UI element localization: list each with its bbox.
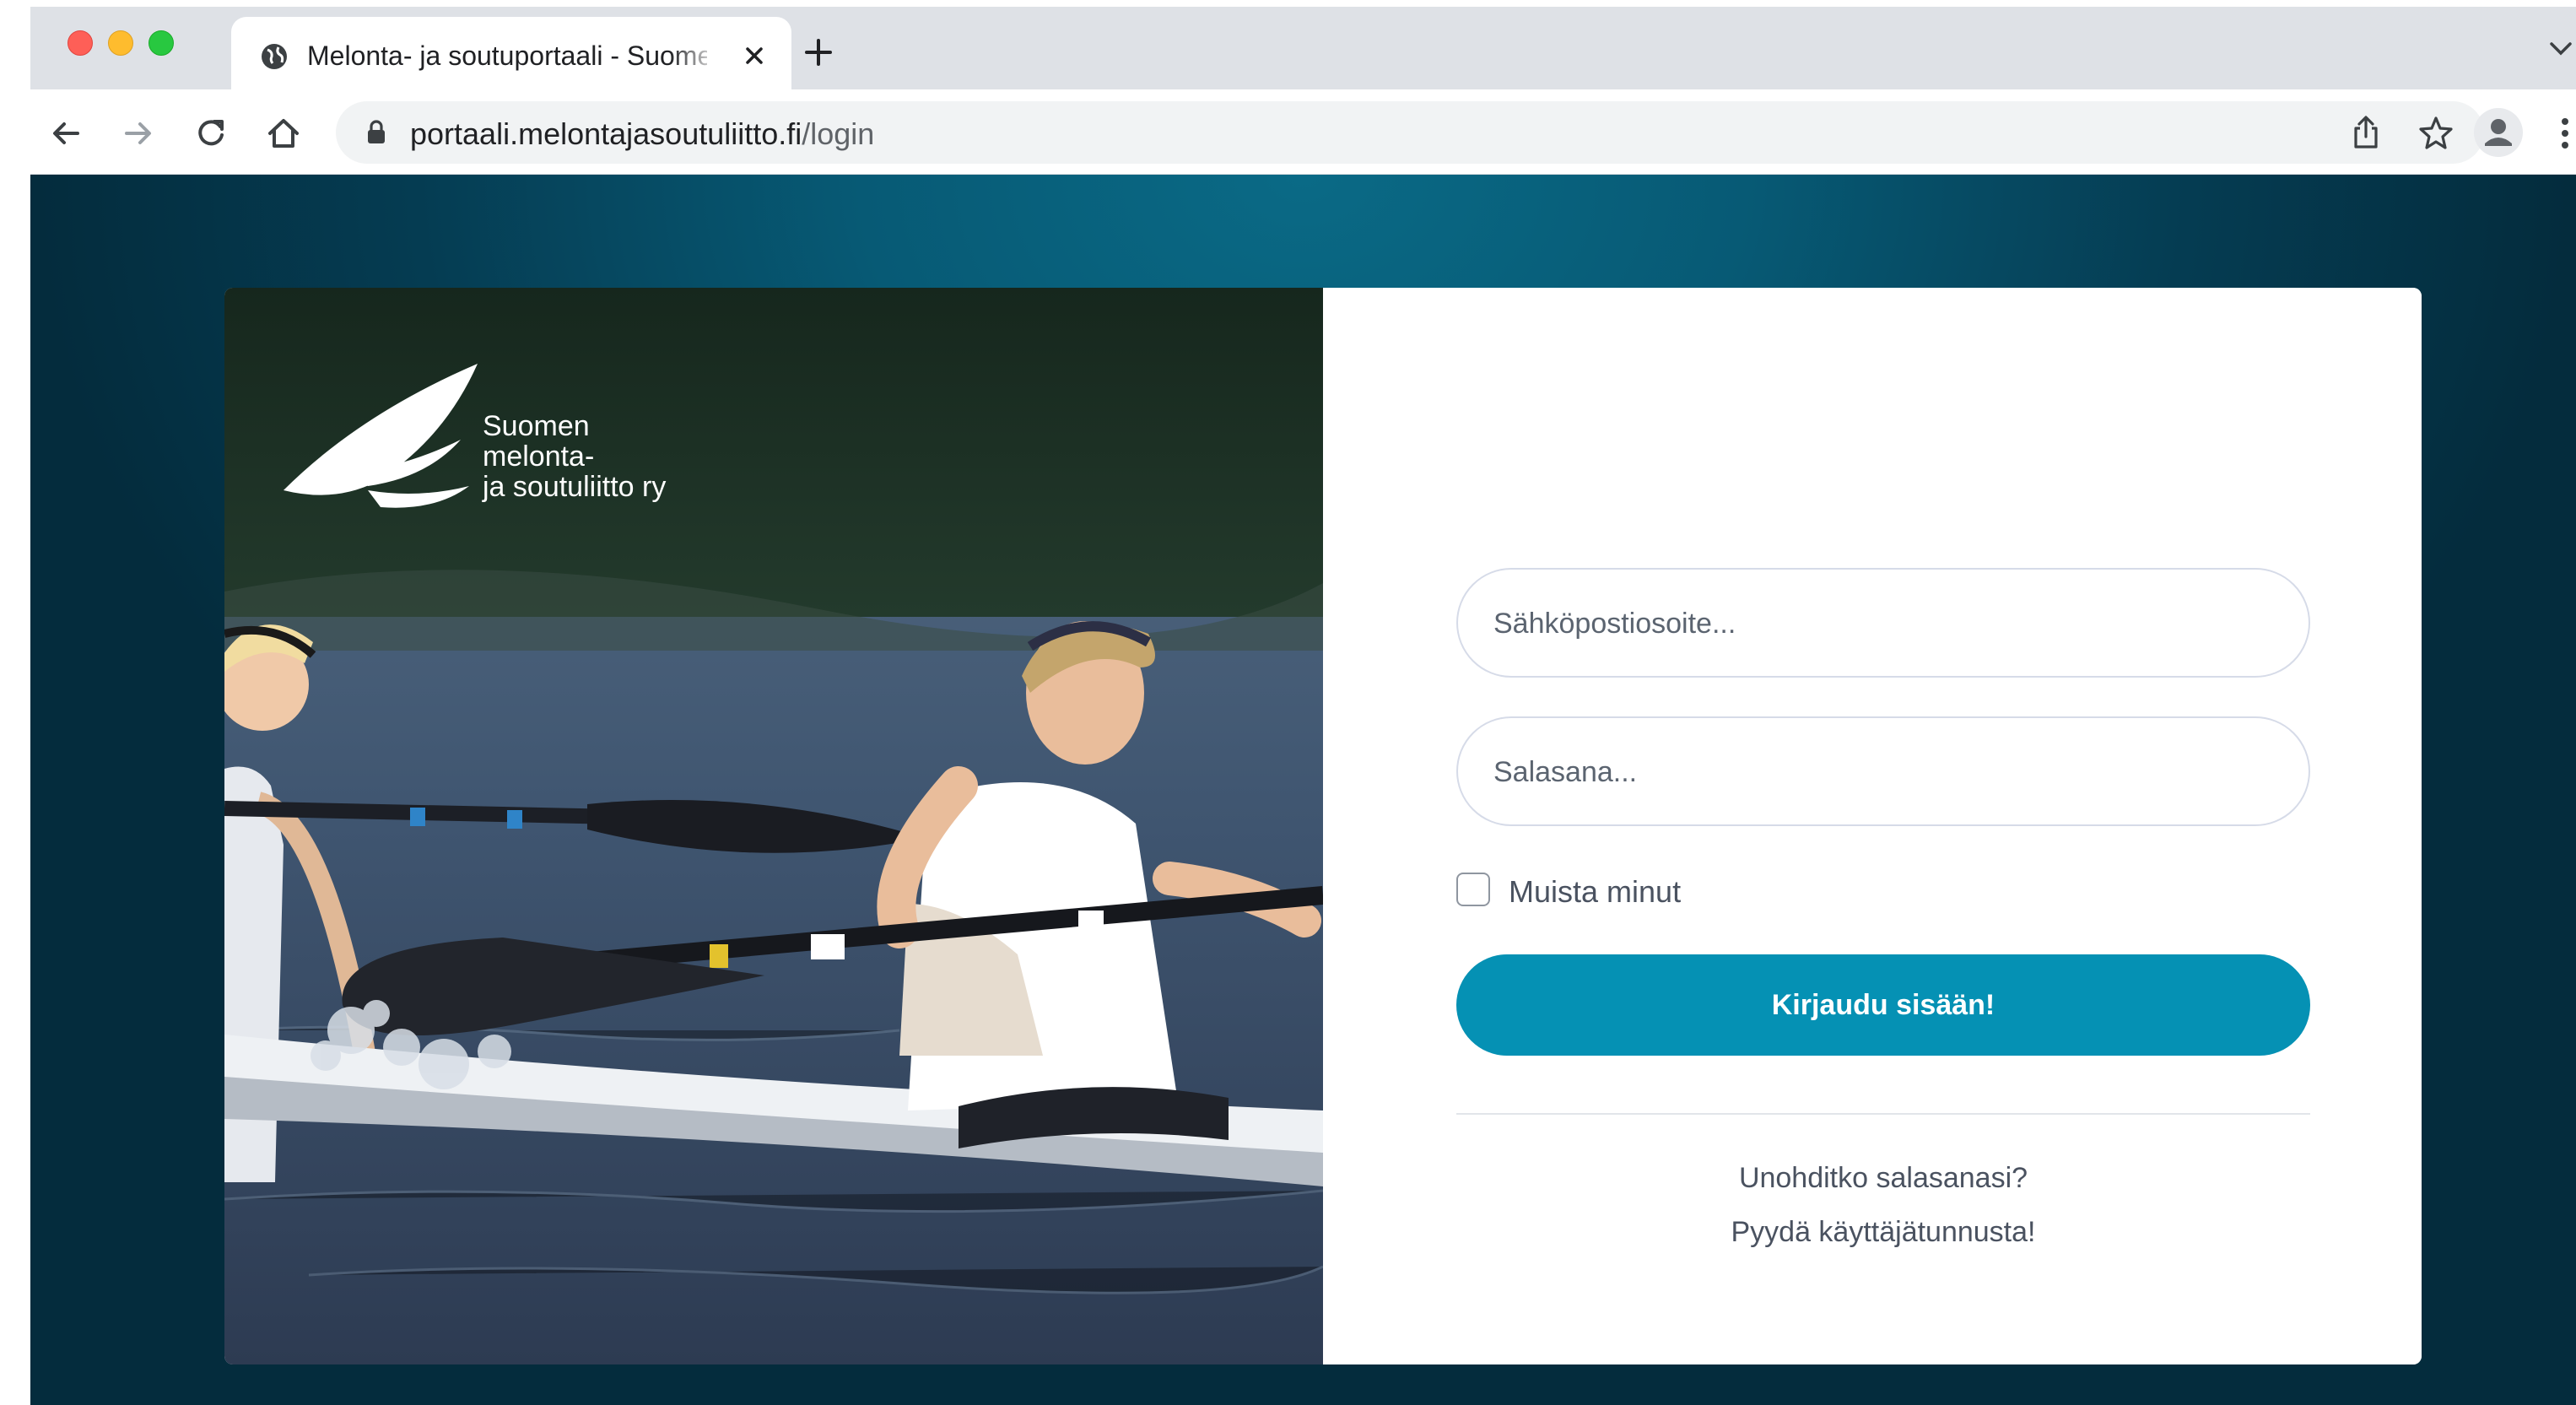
url-text[interactable]: portaali.melontajasoutuliitto.fi/login <box>410 116 874 152</box>
divider <box>1456 1113 2310 1115</box>
back-icon[interactable] <box>47 115 84 152</box>
request-account-link[interactable]: Pyydä käyttäjätunnusta! <box>1456 1216 2310 1249</box>
browser-toolbar: portaali.melontajasoutuliitto.fi/login <box>30 89 2576 175</box>
address-bar[interactable]: portaali.melontajasoutuliitto.fi/login <box>336 101 2484 164</box>
browser-tab[interactable]: Melonta- ja soutuportaali - Suomen melon… <box>231 17 791 89</box>
close-window-button[interactable] <box>68 30 93 56</box>
lock-icon[interactable] <box>366 120 386 145</box>
tab-bar: Melonta- ja soutuportaali - Suomen melon… <box>30 7 2576 89</box>
kayakers-photo: Suomen melonta- ja soutuliitto ry <box>224 288 1324 1364</box>
bookmark-star-icon[interactable] <box>2418 115 2454 150</box>
login-button[interactable]: Kirjaudu sisään! <box>1456 954 2310 1056</box>
login-form: Muista minut Kirjaudu sisään! Unohditko … <box>1323 288 2422 1364</box>
browser-window: Melonta- ja soutuportaali - Suomen melon… <box>30 7 2576 1405</box>
more-menu-icon[interactable] <box>2560 116 2570 150</box>
remember-me-checkbox[interactable] <box>1456 873 1490 906</box>
forgot-password-link[interactable]: Unohditko salasanasi? <box>1456 1162 2310 1195</box>
email-input[interactable] <box>1492 570 2271 678</box>
home-icon[interactable] <box>265 115 302 152</box>
close-tab-icon[interactable] <box>741 42 768 69</box>
remember-me-label[interactable]: Muista minut <box>1509 874 1681 910</box>
url-host: portaali.melontajasoutuliitto.fi <box>410 116 802 151</box>
globe-icon <box>262 44 287 69</box>
password-input[interactable] <box>1492 718 2271 826</box>
brand-logo-text: Suomen melonta- ja soutuliitto ry <box>483 410 667 503</box>
chevron-down-icon[interactable] <box>2548 39 2573 59</box>
password-field[interactable] <box>1456 716 2310 826</box>
kayak-scene-illustration <box>224 288 1324 1364</box>
tab-title: Melonta- ja soutuportaali - Suomen melon… <box>307 41 707 71</box>
forward-icon[interactable] <box>120 115 157 152</box>
login-card: Suomen melonta- ja soutuliitto ry Muista… <box>224 288 2422 1364</box>
profile-avatar[interactable] <box>2474 108 2523 157</box>
new-tab-icon[interactable] <box>802 35 835 69</box>
page-background: Suomen melonta- ja soutuliitto ry Muista… <box>30 175 2576 1405</box>
minimize-window-button[interactable] <box>108 30 133 56</box>
email-field[interactable] <box>1456 568 2310 678</box>
maximize-window-button[interactable] <box>149 30 174 56</box>
share-icon[interactable] <box>2349 115 2383 150</box>
user-icon <box>2485 119 2512 146</box>
url-path: /login <box>802 116 875 151</box>
reload-icon[interactable] <box>192 115 230 152</box>
